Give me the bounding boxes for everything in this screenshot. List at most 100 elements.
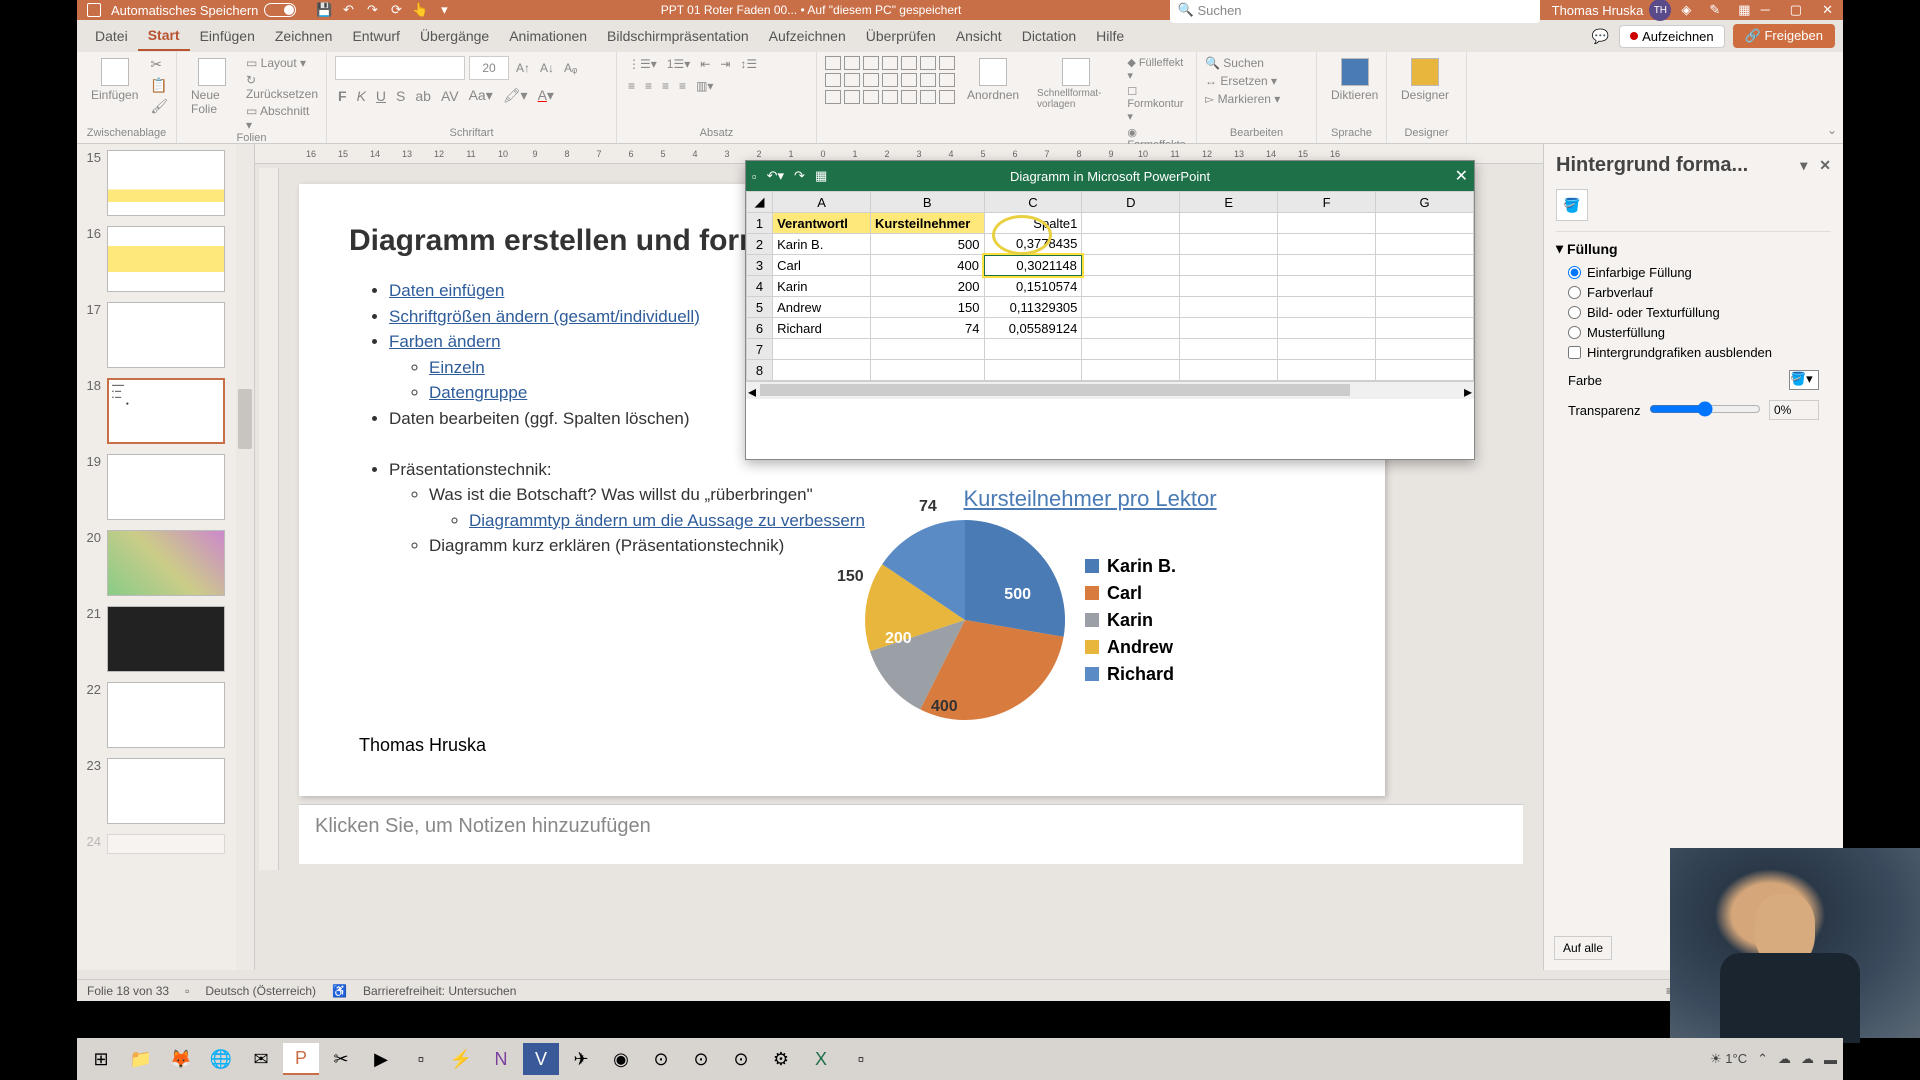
check-hide-bg-graphics[interactable]: Hintergrundgrafiken ausblenden bbox=[1568, 345, 1831, 360]
taskbar-app5[interactable]: ⊙ bbox=[643, 1043, 679, 1075]
radio-solid-fill[interactable]: Einfarbige Füllung bbox=[1568, 265, 1831, 280]
shape-fill-button[interactable]: ◆ Fülleffekt ▾ bbox=[1127, 56, 1188, 82]
col-header-g[interactable]: G bbox=[1376, 192, 1474, 213]
cell-c4[interactable]: 0,1510574 bbox=[984, 276, 1082, 297]
taskbar-app2[interactable]: ⚡ bbox=[443, 1043, 479, 1075]
row-header-3[interactable]: 3 bbox=[747, 255, 773, 276]
ds-undo-icon[interactable]: ↶▾ bbox=[767, 168, 784, 184]
arrange-button[interactable]: Anordnen bbox=[961, 56, 1025, 104]
row-header-2[interactable]: 2 bbox=[747, 234, 773, 255]
thumbnail-16[interactable]: 16 bbox=[81, 226, 250, 292]
row-header-1[interactable]: 1 bbox=[747, 213, 773, 234]
font-size-combo[interactable]: 20 bbox=[469, 56, 509, 80]
shadow-button[interactable]: ab bbox=[412, 87, 434, 105]
collapse-ribbon-icon[interactable]: ⌄ bbox=[1827, 123, 1837, 137]
select-all-cell[interactable]: ◢ bbox=[747, 192, 773, 213]
font-family-combo[interactable] bbox=[335, 56, 465, 80]
cell-a3[interactable]: Carl bbox=[773, 255, 871, 276]
toggle-switch[interactable] bbox=[264, 3, 296, 17]
reset-button[interactable]: ↻ Zurücksetzen bbox=[246, 73, 318, 101]
taskbar-explorer[interactable]: 📁 bbox=[123, 1043, 159, 1075]
col-header-f[interactable]: F bbox=[1278, 192, 1376, 213]
fill-category-icon[interactable]: 🪣 bbox=[1556, 189, 1588, 221]
tab-ueberpruefen[interactable]: Überprüfen bbox=[856, 22, 946, 50]
tab-hilfe[interactable]: Hilfe bbox=[1086, 22, 1134, 50]
dropdown-icon[interactable]: ▾ bbox=[436, 2, 452, 18]
bullet-daten-einfuegen[interactable]: Daten einfügen bbox=[389, 281, 504, 300]
thumbnail-scrollbar[interactable] bbox=[236, 144, 254, 970]
cell-c1[interactable]: Spalte1 bbox=[984, 213, 1082, 234]
cell-a5[interactable]: Andrew bbox=[773, 297, 871, 318]
minimize-button[interactable]: ─ bbox=[1761, 2, 1770, 18]
share-button[interactable]: 🔗 Freigeben bbox=[1733, 24, 1835, 48]
font-color-button[interactable]: A▾ bbox=[535, 86, 557, 105]
taskbar-excel[interactable]: X bbox=[803, 1043, 839, 1075]
italic-button[interactable]: K bbox=[354, 87, 369, 105]
bullet-datengruppe[interactable]: Datengruppe bbox=[429, 383, 527, 402]
bullet-schriftgroessen[interactable]: Schriftgrößen ändern (gesamt/individuell… bbox=[389, 307, 700, 326]
taskbar-powerpoint[interactable]: P bbox=[283, 1043, 319, 1075]
maximize-button[interactable]: ▢ bbox=[1790, 2, 1802, 18]
increase-font-icon[interactable]: A↑ bbox=[513, 60, 533, 76]
tab-dictation[interactable]: Dictation bbox=[1012, 22, 1086, 50]
datasheet-grid[interactable]: ◢ A B C D E F G 1 Verantwortl Kursteilne… bbox=[746, 191, 1474, 381]
cell-f1[interactable] bbox=[1278, 213, 1376, 234]
thumbnail-22[interactable]: 22 bbox=[81, 682, 250, 748]
transparency-slider[interactable] bbox=[1649, 401, 1762, 417]
align-left-button[interactable]: ≡ bbox=[625, 78, 638, 94]
cell-a2[interactable]: Karin B. bbox=[773, 234, 871, 255]
calendar-icon[interactable]: ▦ bbox=[1738, 2, 1750, 18]
cell-a1[interactable]: Verantwortl bbox=[773, 213, 871, 234]
decrease-font-icon[interactable]: A↓ bbox=[537, 60, 557, 76]
taskbar-chrome[interactable]: 🌐 bbox=[203, 1043, 239, 1075]
highlight-button[interactable]: 🖍▾ bbox=[500, 86, 531, 105]
ds-excel-icon[interactable]: ▦ bbox=[815, 168, 827, 184]
autosave-toggle[interactable]: Automatisches Speichern bbox=[111, 3, 296, 18]
cell-b4[interactable]: 200 bbox=[870, 276, 984, 297]
col-header-a[interactable]: A bbox=[773, 192, 871, 213]
undo-icon[interactable]: ↶ bbox=[340, 2, 356, 18]
row-header-8[interactable]: 8 bbox=[747, 360, 773, 381]
align-right-button[interactable]: ≡ bbox=[659, 78, 672, 94]
tray-onedrive-icon[interactable]: ☁ bbox=[1801, 1051, 1814, 1067]
columns-button[interactable]: ▥▾ bbox=[693, 78, 716, 94]
taskbar-telegram[interactable]: ✈ bbox=[563, 1043, 599, 1075]
tab-start[interactable]: Start bbox=[138, 21, 190, 51]
cell-e1[interactable] bbox=[1180, 213, 1278, 234]
radio-picture-fill[interactable]: Bild- oder Texturfüllung bbox=[1568, 305, 1831, 320]
thumbnail-19[interactable]: 19 bbox=[81, 454, 250, 520]
cell-b3[interactable]: 400 bbox=[870, 255, 984, 276]
case-button[interactable]: Aa▾ bbox=[466, 86, 496, 105]
layout-button[interactable]: ▭ Layout ▾ bbox=[246, 56, 318, 70]
accessibility-icon[interactable]: ♿ bbox=[332, 984, 347, 998]
tab-uebergaenge[interactable]: Übergänge bbox=[410, 22, 499, 50]
numbering-button[interactable]: 1☰▾ bbox=[664, 56, 693, 72]
weather-widget[interactable]: ☀ 1°C bbox=[1710, 1051, 1747, 1067]
thumbnail-15[interactable]: 15 bbox=[81, 150, 250, 216]
cut-icon[interactable]: ✂ bbox=[150, 56, 168, 73]
taskbar-firefox[interactable]: 🦊 bbox=[163, 1043, 199, 1075]
notes-pane[interactable]: Klicken Sie, um Notizen hinzuzufügen bbox=[299, 804, 1523, 864]
bullet-einzeln[interactable]: Einzeln bbox=[429, 358, 485, 377]
row-header-7[interactable]: 7 bbox=[747, 339, 773, 360]
apply-all-button[interactable]: Auf alle bbox=[1554, 936, 1612, 960]
bullet-diagrammtyp[interactable]: Diagrammtyp ändern um die Aussage zu ver… bbox=[469, 511, 865, 530]
bullet-farben[interactable]: Farben ändern bbox=[389, 332, 501, 351]
tab-datei[interactable]: Datei bbox=[85, 22, 138, 50]
cell-g1[interactable] bbox=[1376, 213, 1474, 234]
tab-aufzeichnen[interactable]: Aufzeichnen bbox=[759, 22, 856, 50]
clear-format-icon[interactable]: Aᵩ bbox=[561, 60, 580, 76]
dictate-button[interactable]: Diktieren bbox=[1325, 56, 1384, 104]
tray-cloud-icon[interactable]: ☁ bbox=[1778, 1051, 1791, 1067]
thumbnail-24[interactable]: 24 bbox=[81, 834, 250, 854]
select-button[interactable]: ▻ Markieren ▾ bbox=[1205, 92, 1280, 106]
cell-a4[interactable]: Karin bbox=[773, 276, 871, 297]
datasheet-close-button[interactable]: ✕ bbox=[1455, 166, 1468, 186]
new-slide-button[interactable]: Neue Folie bbox=[185, 56, 240, 118]
status-slide-number[interactable]: Folie 18 von 33 bbox=[87, 984, 169, 998]
col-header-b[interactable]: B bbox=[870, 192, 984, 213]
bold-button[interactable]: F bbox=[335, 87, 350, 105]
strike-button[interactable]: S bbox=[393, 87, 408, 105]
taskbar-settings[interactable]: ⚙ bbox=[763, 1043, 799, 1075]
thumbnail-18[interactable]: 18━━━━• ━━• ━━ ● bbox=[81, 378, 250, 444]
